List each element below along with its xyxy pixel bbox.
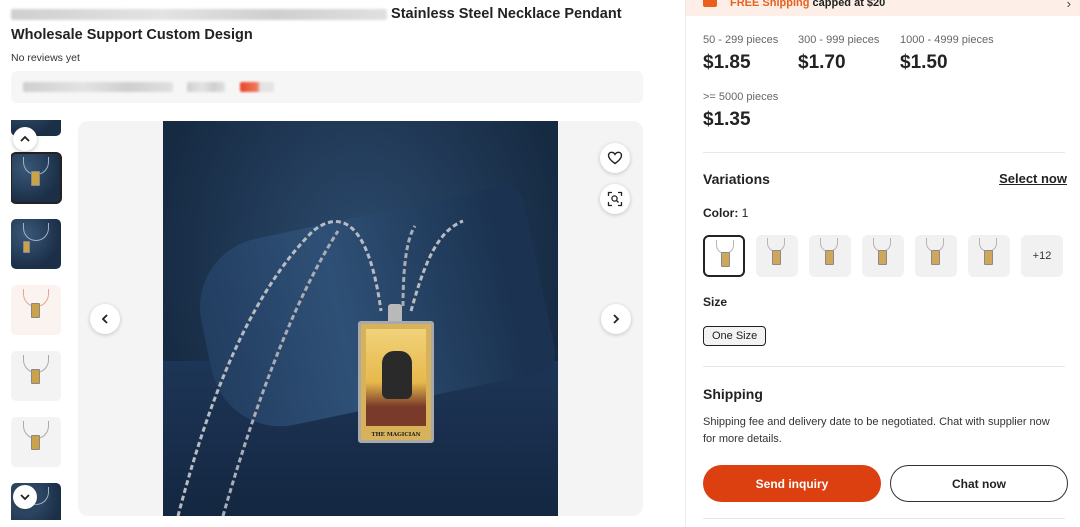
color-label: Color: 1 [703, 206, 748, 220]
divider [703, 518, 1065, 519]
color-count: 1 [741, 206, 749, 220]
color-swatch[interactable] [968, 235, 1010, 277]
price-tier-price: $1.35 [703, 109, 751, 130]
chevron-up-icon [20, 135, 30, 142]
purchase-panel: FREE Shipping capped at $20 › 50 - 299 p… [685, 0, 1080, 527]
color-swatch-selected[interactable] [703, 235, 745, 277]
redacted-meta-text [23, 82, 173, 92]
price-tier: >= 5000 pieces $1.35 [703, 91, 778, 131]
gallery-prev-button[interactable] [90, 304, 120, 334]
pendant-label: THE MAGICIAN [371, 432, 421, 438]
product-title-visible: Stainless Steel Necklace Pendant [391, 6, 622, 22]
price-tier-qty: 1000 - 4999 pieces [900, 34, 994, 46]
select-now-link[interactable]: Select now [999, 171, 1067, 186]
chevron-down-icon [20, 494, 30, 501]
redacted-meta-text [187, 82, 225, 92]
gallery-next-button[interactable] [601, 304, 631, 334]
color-swatch[interactable] [756, 235, 798, 277]
reviews-text: No reviews yet [11, 52, 80, 64]
thumbnail[interactable] [11, 417, 61, 467]
price-tier: 50 - 299 pieces $1.85 [703, 34, 778, 74]
price-tier-price: $1.85 [703, 52, 751, 73]
thumbnails-up-button[interactable] [13, 127, 37, 151]
shipping-text: Shipping fee and delivery date to be neg… [703, 416, 1050, 445]
product-title: Stainless Steel Necklace Pendant Wholesa… [11, 4, 651, 46]
product-title-line2: Wholesale Support Custom Design [11, 27, 253, 43]
gift-icon [703, 0, 717, 7]
price-tier-price: $1.50 [900, 52, 948, 73]
chat-now-button[interactable]: Chat now [890, 465, 1068, 502]
price-tier-qty: 50 - 299 pieces [703, 34, 779, 46]
size-option-one-size[interactable]: One Size [703, 326, 767, 346]
promo-shipping-label: FREE Shipping [730, 0, 810, 9]
thumbnail-selected[interactable] [11, 152, 62, 204]
heart-icon [607, 151, 623, 165]
thumbnail-strip [11, 120, 63, 520]
chevron-right-icon: › [1066, 0, 1071, 11]
divider [703, 152, 1065, 153]
necklace-chain-graphic [176, 219, 464, 516]
thumbnail[interactable] [11, 219, 61, 269]
price-tier: 300 - 999 pieces $1.70 [798, 34, 879, 74]
variations-title: Variations [703, 171, 770, 187]
product-main-image[interactable]: THE MAGICIAN [163, 121, 558, 516]
color-swatch[interactable] [915, 235, 957, 277]
thumbnail[interactable] [11, 351, 61, 401]
price-tier-qty: 300 - 999 pieces [798, 34, 880, 46]
redacted-meta-badge [240, 82, 274, 92]
color-label-text: Color: [703, 206, 739, 220]
price-tier-price: $1.70 [798, 52, 846, 73]
favorite-button[interactable] [600, 143, 630, 173]
size-label: Size [703, 295, 728, 309]
color-swatch[interactable] [862, 235, 904, 277]
chevron-left-icon [101, 314, 108, 324]
product-gallery: THE MAGICIAN [78, 121, 643, 516]
divider [703, 366, 1065, 367]
promo-capped-text: capped at $20 [812, 0, 886, 9]
price-tier-qty: >= 5000 pieces [703, 91, 779, 103]
shipping-promo-banner[interactable]: FREE Shipping capped at $20 › [686, 0, 1080, 16]
redacted-title-text [11, 8, 387, 20]
pendant-card: THE MAGICIAN [358, 321, 434, 443]
price-tier: 1000 - 4999 pieces $1.50 [900, 34, 994, 74]
thumbnail[interactable] [11, 285, 61, 335]
color-swatch[interactable] [809, 235, 851, 277]
send-inquiry-button[interactable]: Send inquiry [703, 465, 881, 502]
supplier-meta-bar [11, 71, 643, 103]
more-colors-button[interactable]: +12 [1021, 235, 1063, 277]
thumbnails-down-button[interactable] [13, 485, 37, 509]
image-search-icon [607, 191, 623, 207]
visual-search-button[interactable] [600, 184, 630, 214]
shipping-title: Shipping [703, 386, 763, 402]
chevron-right-icon [613, 314, 620, 324]
